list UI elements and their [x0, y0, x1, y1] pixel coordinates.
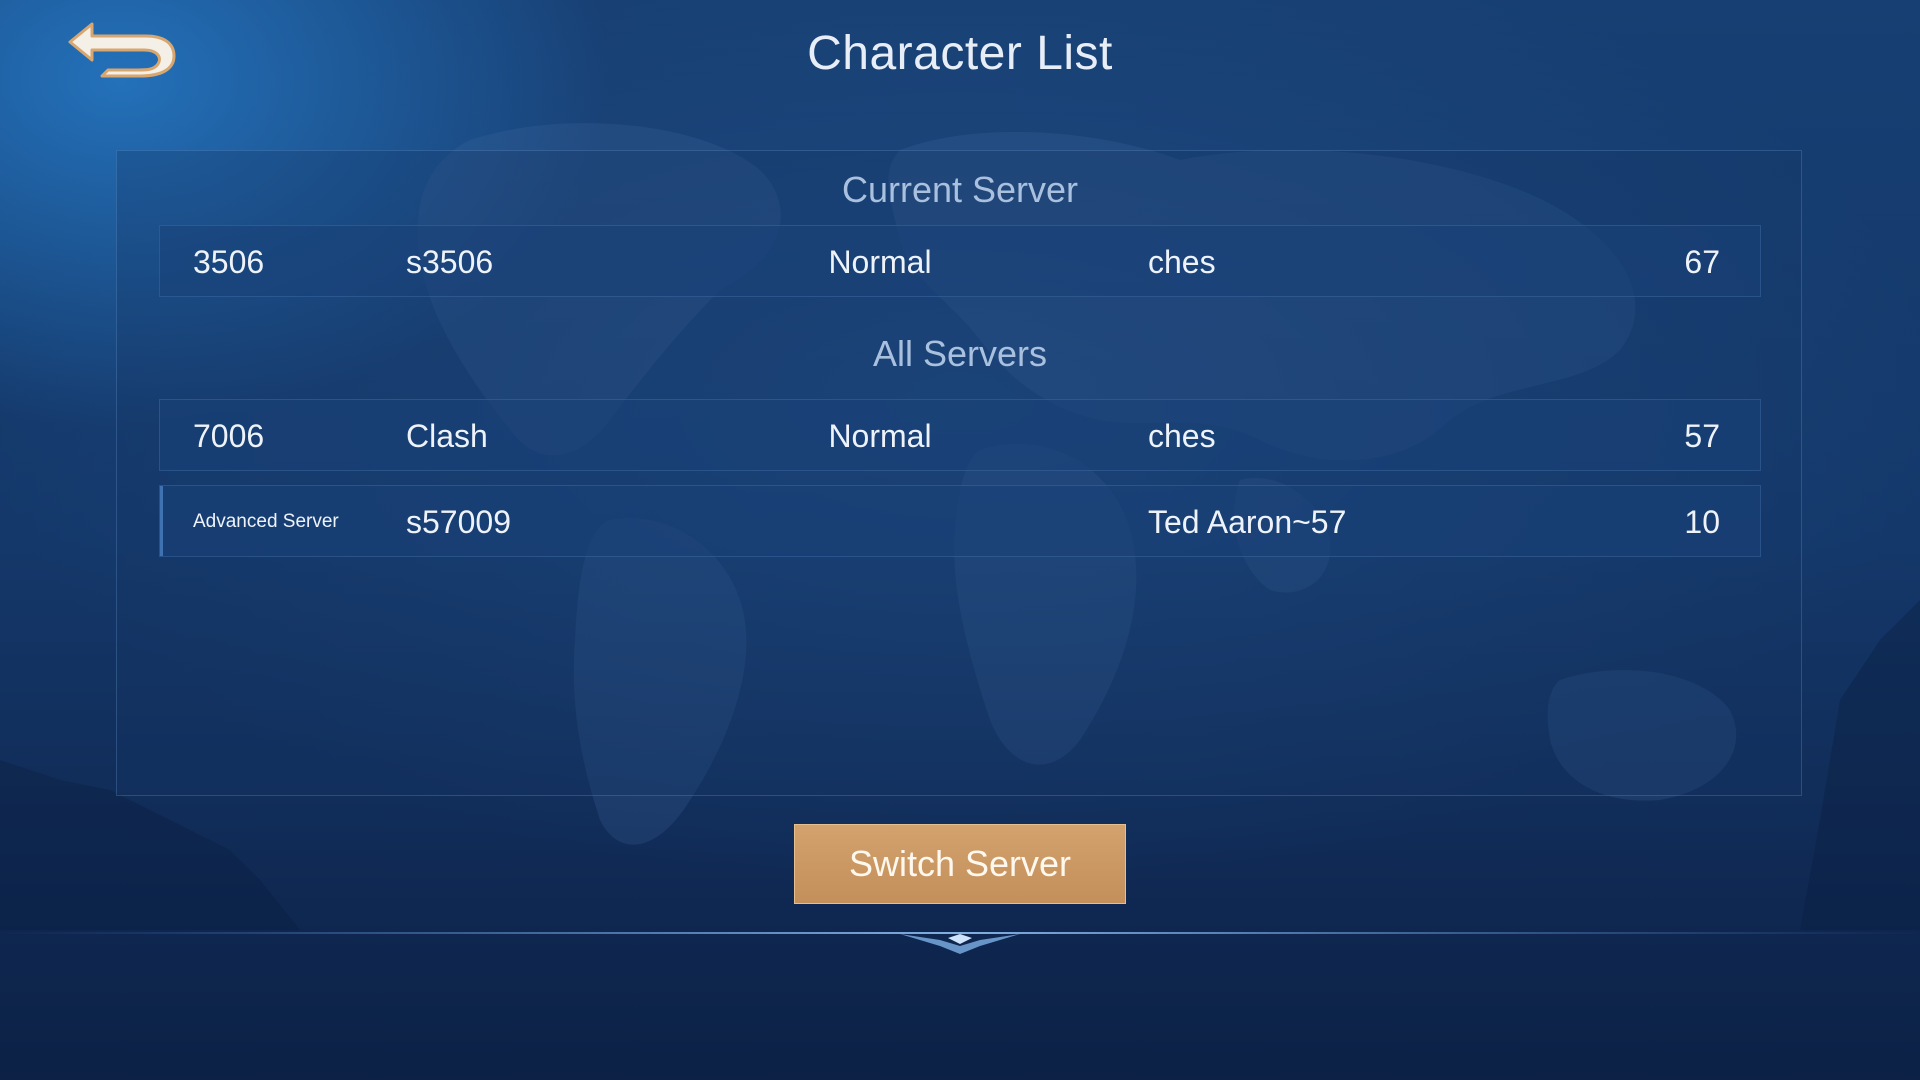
server-status: [815, 486, 945, 558]
character-level: 67: [1684, 244, 1720, 280]
server-row[interactable]: Advanced Server s57009 Ted Aaron~57 10: [159, 485, 1761, 557]
server-status: Normal: [828, 418, 932, 454]
row-accent: [160, 486, 163, 556]
server-id: Advanced Server: [193, 511, 339, 532]
character-level: 57: [1684, 418, 1720, 454]
all-servers-heading: All Servers: [872, 333, 1048, 374]
server-row[interactable]: 7006 Clash Normal ches 57: [159, 399, 1761, 471]
server-name: s3506: [406, 244, 494, 280]
server-status: Normal: [828, 244, 932, 280]
server-name: Clash: [406, 418, 488, 454]
bottom-divider-ornament: [0, 932, 1920, 954]
character-level: 10: [1684, 504, 1720, 540]
server-name: s57009: [406, 504, 511, 540]
character-name: ches: [1148, 244, 1216, 280]
page-title: Character List: [807, 27, 1113, 80]
server-list-panel: Current Server 3506 s3506 Normal ches 67…: [116, 150, 1802, 796]
current-server-heading: Current Server: [841, 169, 1079, 210]
server-id: 3506: [193, 244, 265, 280]
character-name: Ted Aaron~57: [1148, 504, 1347, 540]
server-id: 7006: [193, 418, 265, 454]
switch-server-button[interactable]: Switch Server: [794, 824, 1126, 904]
character-name: ches: [1148, 418, 1216, 454]
current-server-row[interactable]: 3506 s3506 Normal ches 67: [159, 225, 1761, 297]
